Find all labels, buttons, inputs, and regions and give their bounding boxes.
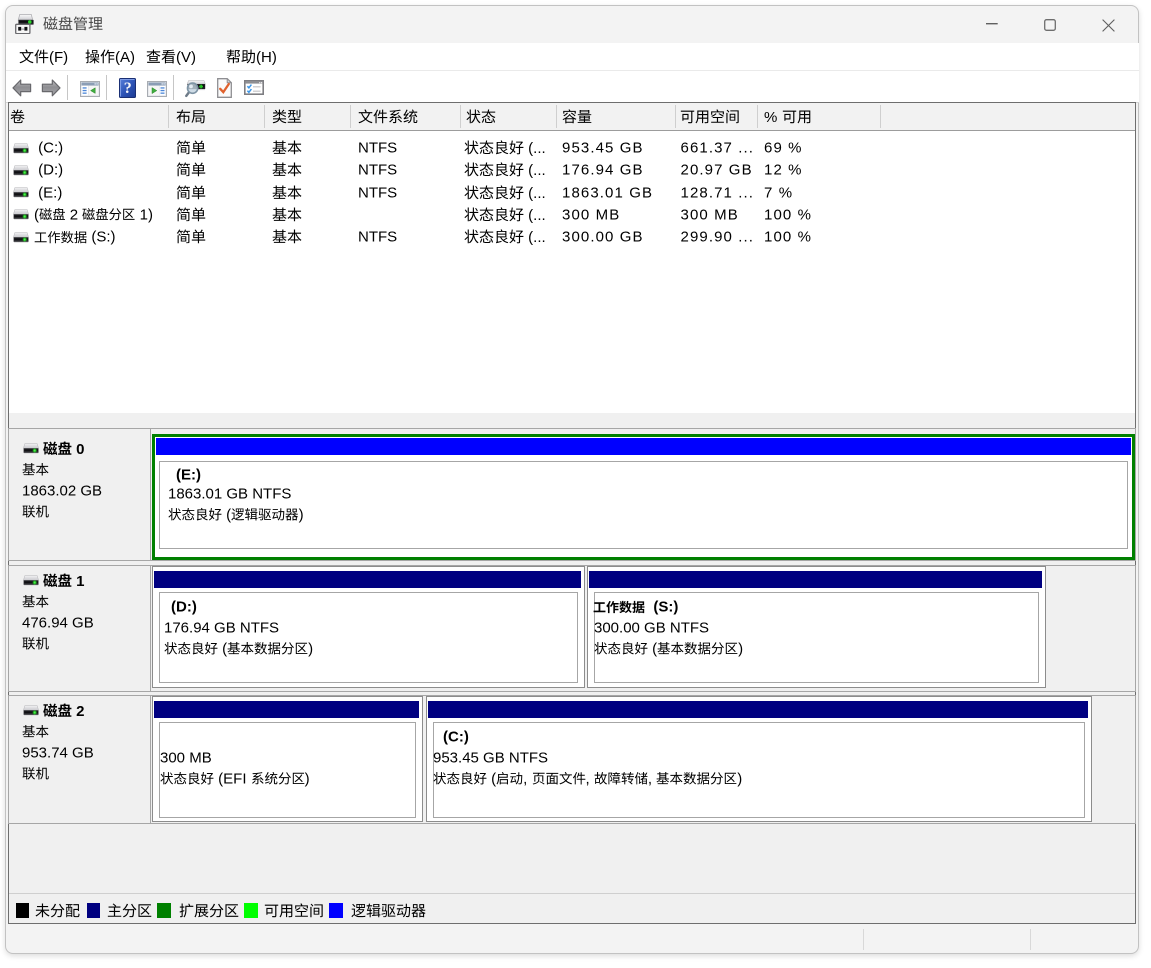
svg-text:?: ? (124, 79, 132, 96)
